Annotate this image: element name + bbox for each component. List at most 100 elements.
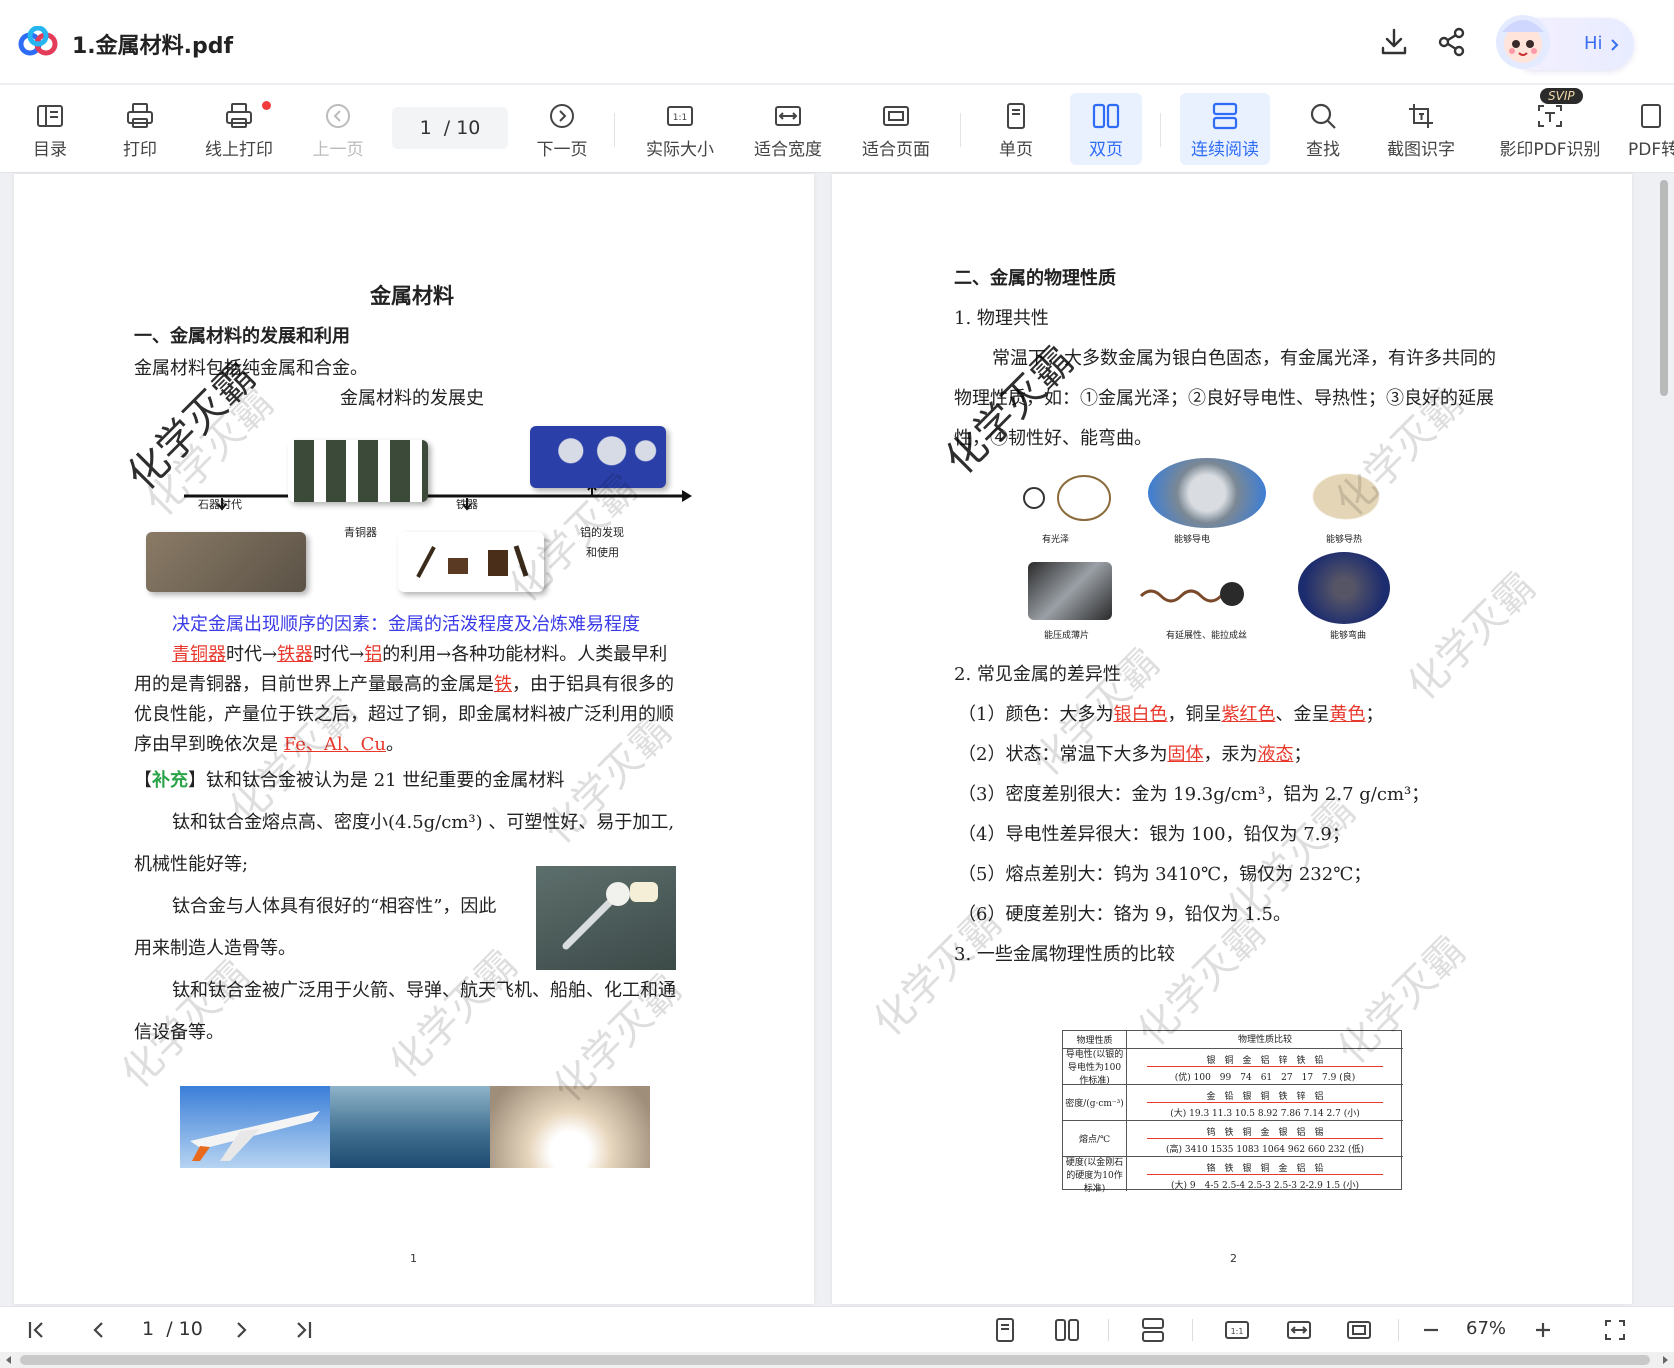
paragraph: 用来制造人造骨等。: [134, 938, 296, 959]
timeline-label-iron: 铁器: [456, 498, 478, 511]
section-heading: 二、金属的物理性质: [954, 268, 1116, 289]
prev-page-button[interactable]: 上一页: [308, 93, 368, 165]
continuous-read-button[interactable]: 连续阅读: [1180, 93, 1270, 165]
fit-page-button[interactable]: 适合页面: [856, 93, 936, 165]
share-icon[interactable]: [1436, 26, 1468, 58]
actual-size-button[interactable]: 1:1 实际大小: [640, 93, 720, 165]
supplement-heading: 【补充】钛和钛合金被认为是 21 世纪重要的金属材料: [134, 770, 565, 791]
subsection-heading: 1. 物理共性: [954, 308, 1049, 329]
printer-icon: [127, 103, 153, 128]
first-page-icon[interactable]: [24, 1317, 50, 1343]
vertical-scroll-thumb[interactable]: [1660, 180, 1668, 396]
toc-icon: [37, 105, 63, 127]
scroll-right-icon[interactable]: [1660, 1355, 1670, 1365]
single-page-icon: [1007, 103, 1025, 129]
single-page-button[interactable]: 单页: [986, 93, 1046, 165]
fit-width-icon: [775, 106, 801, 126]
zoom-out-icon[interactable]: [1418, 1317, 1444, 1343]
status-bar: 1 / 10 1:1 67%: [0, 1306, 1674, 1352]
online-print-button[interactable]: 线上打印: [200, 93, 278, 165]
page-number-input[interactable]: 1 / 10: [392, 107, 508, 149]
paragraph: 用的是青铜器，目前世界上产量最高的金属是铁，由于铝具有很多的: [134, 674, 674, 695]
next-page-icon[interactable]: [228, 1317, 254, 1343]
notification-dot: [262, 101, 271, 110]
list-item: （4）导电性差异很大：银为 100，铅仅为 7.9；: [958, 824, 1350, 845]
figure-caption: 金属材料的发展史: [340, 388, 484, 409]
horizontal-scrollbar[interactable]: [0, 1352, 1674, 1368]
airplane-drawing: [190, 1111, 320, 1161]
image-label: 能够导热: [1326, 535, 1363, 545]
fit-width-icon[interactable]: [1286, 1317, 1312, 1343]
next-page-icon: [550, 104, 574, 128]
single-page-icon[interactable]: [992, 1317, 1018, 1343]
pdf-page-1: 金属材料 一、金属材料的发展和利用 金属材料包括纯金属和合金。 金属材料的发展史…: [14, 174, 814, 1304]
fullscreen-icon[interactable]: [1602, 1317, 1628, 1343]
zoom-in-icon[interactable]: [1530, 1317, 1556, 1343]
table-row: 硬度(以金刚石的硬度为10作标准) 铬 铁 银 铜 金 铝 铅 (大) 9 4-5…: [1063, 1157, 1403, 1194]
property-image-bend: [1298, 552, 1390, 624]
actual-size-icon[interactable]: 1:1: [1224, 1317, 1250, 1343]
document-viewer[interactable]: 金属材料 一、金属材料的发展和利用 金属材料包括纯金属和合金。 金属材料的发展史…: [0, 174, 1674, 1306]
scroll-left-icon[interactable]: [4, 1355, 14, 1365]
watermark: 化学灭霸: [1399, 563, 1545, 710]
search-icon: [1310, 103, 1336, 129]
timeline-label-aluminum-use: 和使用: [586, 546, 619, 559]
title-bar: 1.金属材料.pdf Hi: [0, 0, 1674, 84]
factor-note: 决定金属出现顺序的因素：金属的活泼程度及冶炼难易程度: [172, 614, 640, 635]
chevron-right-icon: [1611, 39, 1619, 51]
prev-page-icon: [326, 104, 350, 128]
baidu-netdisk-logo-icon: [18, 26, 58, 56]
fit-page-icon[interactable]: [1346, 1317, 1372, 1343]
double-page-button[interactable]: 双页: [1070, 93, 1142, 165]
list-item: （1）颜色：大多为银白色，铜呈紫红色、金呈黄色；: [958, 704, 1384, 725]
next-page-button[interactable]: 下一页: [532, 93, 592, 165]
property-image-sheet: [1028, 562, 1112, 620]
prev-page-icon[interactable]: [86, 1317, 112, 1343]
toolbar: 目录 打印 线上打印 上一页 1 / 10 下一页 1:1 实际大小 适合宽度 …: [0, 85, 1674, 173]
paragraph: 优良性能，产量位于铁之后，超过了铜，即金属材料被广泛利用的顺: [134, 704, 674, 725]
timeline-label-stone-age: 石器时代: [198, 498, 242, 511]
double-page-icon[interactable]: [1054, 1317, 1080, 1343]
continuous-icon[interactable]: [1140, 1317, 1166, 1343]
ai-assistant-button[interactable]: Hi: [1496, 15, 1634, 70]
scan-pdf-ocr-icon: [1538, 105, 1562, 127]
image-label: 有光泽: [1042, 535, 1070, 545]
fit-width-button[interactable]: 适合宽度: [748, 93, 828, 165]
screenshot-ocr-button[interactable]: 截图识字: [1380, 93, 1462, 165]
iron-tools-image: [398, 532, 544, 592]
stone-tools-image: [146, 532, 306, 592]
ship-image: [330, 1086, 490, 1168]
download-icon[interactable]: [1378, 26, 1410, 58]
search-button[interactable]: 查找: [1298, 93, 1348, 165]
subsection-heading: 3. 一些金属物理性质的比较: [954, 944, 1175, 965]
page-number: 1: [410, 1252, 417, 1265]
double-page-icon: [1092, 103, 1120, 129]
pdf-convert-button[interactable]: PDF转: [1628, 93, 1674, 165]
paragraph: 机械性能好等;: [134, 854, 249, 875]
image-label: 能够导电: [1174, 535, 1211, 545]
page-number: 2: [1230, 1252, 1237, 1265]
status-page-indicator[interactable]: 1 / 10: [142, 1318, 203, 1340]
continuous-icon: [1212, 102, 1238, 130]
aluminum-cookware-image: [530, 426, 666, 488]
horizontal-scroll-thumb[interactable]: [20, 1355, 1650, 1365]
pdf-page-2: 二、金属的物理性质 1. 物理共性 常温下，大多数金属为银白色固态，有金属光泽，…: [832, 174, 1632, 1304]
image-label: 有延展性、能拉成丝: [1166, 631, 1248, 641]
image-label: 能压成薄片: [1044, 631, 1090, 641]
print-button[interactable]: 打印: [112, 93, 168, 165]
paragraph: 钛和钛合金熔点高、密度小(4.5g/cm³) 、可塑性好、易于加工,: [172, 812, 675, 833]
last-page-icon[interactable]: [290, 1317, 316, 1343]
metal-properties-table: 物理性质 物理性质比较 导电性(以银的导电性为100作标准) 银 铜 金 铝 锌…: [1062, 1030, 1403, 1194]
vertical-scrollbar[interactable]: [1652, 174, 1674, 1306]
airplane-image: [180, 1086, 330, 1168]
iron-tools-drawing: [416, 545, 529, 578]
divider: [1192, 1319, 1193, 1341]
online-print-icon: [226, 103, 252, 128]
zoom-level[interactable]: 67%: [1466, 1318, 1506, 1339]
paragraph: 常温下，大多数金属为银白色固态，有金属光泽，有许多共同的: [992, 348, 1496, 369]
rocket-launch-image: [490, 1086, 650, 1168]
document-title: 1.金属材料.pdf: [72, 34, 234, 59]
toc-button[interactable]: 目录: [22, 93, 78, 165]
timeline-label-aluminum: 铝的发现: [580, 526, 624, 539]
pdf-convert-icon: [1641, 104, 1661, 128]
